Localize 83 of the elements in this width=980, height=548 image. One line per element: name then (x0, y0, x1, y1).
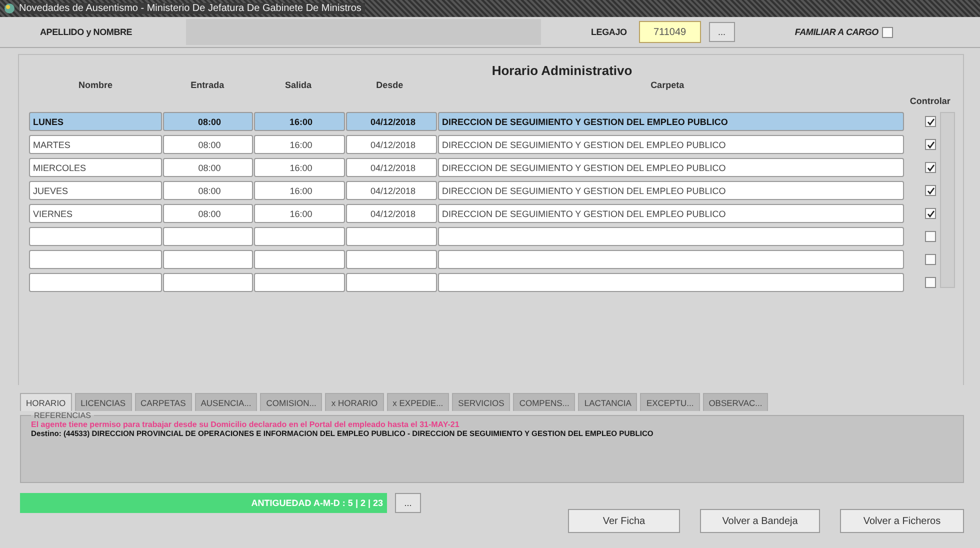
table-cell[interactable]: 04/12/2018 (346, 181, 437, 200)
table-cell[interactable]: 08:00 (163, 181, 253, 200)
tab[interactable]: OBSERVAC... (702, 393, 768, 411)
table-cell[interactable]: VIERNES (29, 204, 162, 223)
table-cell[interactable]: DIRECCION DE SEGUIMIENTO Y GESTION DEL EMPLEO PUBLICO (438, 204, 904, 223)
column-header: Entrada (190, 80, 226, 90)
window-title: Novedades de Ausentismo - Ministerio De Jefatura De Gabinete De Ministros (19, 3, 366, 14)
table-cell[interactable]: 16:00 (254, 181, 345, 200)
scrollbar[interactable] (940, 112, 955, 288)
table-cell[interactable] (29, 250, 162, 269)
control-checkbox[interactable] (925, 208, 936, 219)
column-header: Salida (284, 80, 312, 90)
table-cell[interactable]: LUNES (29, 112, 162, 131)
action-button[interactable]: Volver a Bandeja (700, 509, 820, 533)
control-checkbox[interactable] (925, 231, 936, 242)
tab[interactable]: CARPETAS (134, 393, 192, 411)
table-cell[interactable]: 08:00 (163, 204, 253, 223)
tab[interactable]: EXCEPTU... (640, 393, 700, 411)
tab[interactable]: LICENCIAS (74, 393, 132, 411)
references-legend: REFERENCIAS (31, 411, 94, 420)
table-cell[interactable]: 16:00 (254, 112, 345, 131)
table-cell[interactable] (254, 250, 345, 269)
column-header: Controlar (908, 96, 952, 106)
tab[interactable]: COMISION... (260, 393, 322, 411)
column-header: Carpeta (650, 80, 686, 90)
action-button[interactable]: Ver Ficha (568, 509, 680, 533)
control-checkbox[interactable] (925, 116, 936, 127)
action-button[interactable]: Volver a Ficheros (840, 509, 964, 533)
table-cell[interactable] (346, 273, 437, 292)
table-cell[interactable]: MIERCOLES (29, 158, 162, 177)
table-cell[interactable]: 04/12/2018 (346, 135, 437, 154)
tab[interactable]: HORARIO (20, 393, 72, 411)
table-cell[interactable] (438, 250, 904, 269)
table-cell[interactable]: 04/12/2018 (346, 112, 437, 131)
control-checkbox[interactable] (925, 254, 936, 265)
tab[interactable]: LACTANCIA (578, 393, 638, 411)
table-cell[interactable] (163, 250, 253, 269)
table-cell[interactable] (29, 273, 162, 292)
familiar-label: FAMILIAR A CARGO (794, 27, 878, 37)
table-cell[interactable] (346, 227, 437, 246)
seniority-bar: ANTIGUEDAD A-M-D : 5 | 2 | 23 (20, 493, 387, 513)
table-cell[interactable] (163, 227, 253, 246)
table-cell[interactable]: DIRECCION DE SEGUIMIENTO Y GESTION DEL EMPLEO PUBLICO (438, 135, 904, 154)
tab[interactable]: x HORARIO (325, 393, 384, 411)
familiar-checkbox[interactable] (882, 26, 894, 38)
notice-text: El agente tiene permiso para trabajar desde su Domicilio declarado en el Portal del empleado hasta el 31-MAY-21 (31, 420, 460, 429)
table-cell[interactable] (29, 227, 162, 246)
table-cell[interactable] (254, 273, 345, 292)
control-checkbox[interactable] (925, 277, 936, 288)
name-label: APELLIDO y NOMBRE (40, 27, 134, 37)
table-cell[interactable]: 16:00 (254, 158, 345, 177)
table-cell[interactable]: 08:00 (163, 112, 253, 131)
tab[interactable]: x EXPEDIE... (386, 393, 450, 411)
table-cell[interactable]: 04/12/2018 (346, 158, 437, 177)
tab[interactable]: COMPENS... (513, 393, 576, 411)
column-header: Nombre (78, 80, 114, 90)
table-cell[interactable]: DIRECCION DE SEGUIMIENTO Y GESTION DEL EMPLEO PUBLICO (438, 158, 904, 177)
table-cell[interactable] (163, 273, 253, 292)
lookup-button[interactable]: ... (708, 22, 735, 42)
table-cell[interactable] (346, 250, 437, 269)
legajo-field[interactable]: 711049 (638, 21, 701, 43)
column-header: Desde (375, 80, 404, 90)
table-cell[interactable]: 16:00 (254, 135, 345, 154)
table-cell[interactable]: 16:00 (254, 204, 345, 223)
table-cell[interactable] (254, 227, 345, 246)
tab[interactable]: AUSENCIA... (194, 393, 258, 411)
table-cell[interactable]: DIRECCION DE SEGUIMIENTO Y GESTION DEL EMPLEO PUBLICO (438, 181, 904, 200)
table-cell[interactable]: DIRECCION DE SEGUIMIENTO Y GESTION DEL EMPLEO PUBLICO (438, 112, 904, 131)
table-cell[interactable]: 04/12/2018 (346, 204, 437, 223)
table-cell[interactable]: 08:00 (163, 158, 253, 177)
control-checkbox[interactable] (925, 162, 936, 173)
table-cell[interactable] (438, 273, 904, 292)
control-checkbox[interactable] (925, 139, 936, 150)
app-icon (4, 3, 15, 14)
seniority-button[interactable]: ... (395, 493, 421, 513)
control-checkbox[interactable] (925, 185, 936, 196)
legajo-label: LEGAJO (591, 27, 627, 37)
table-cell[interactable]: 08:00 (163, 135, 253, 154)
tab[interactable]: SERVICIOS (452, 393, 510, 411)
table-title: Horario Administrativo (492, 63, 632, 78)
table-cell[interactable]: JUEVES (29, 181, 162, 200)
table-cell[interactable] (438, 227, 904, 246)
table-cell[interactable]: MARTES (29, 135, 162, 154)
